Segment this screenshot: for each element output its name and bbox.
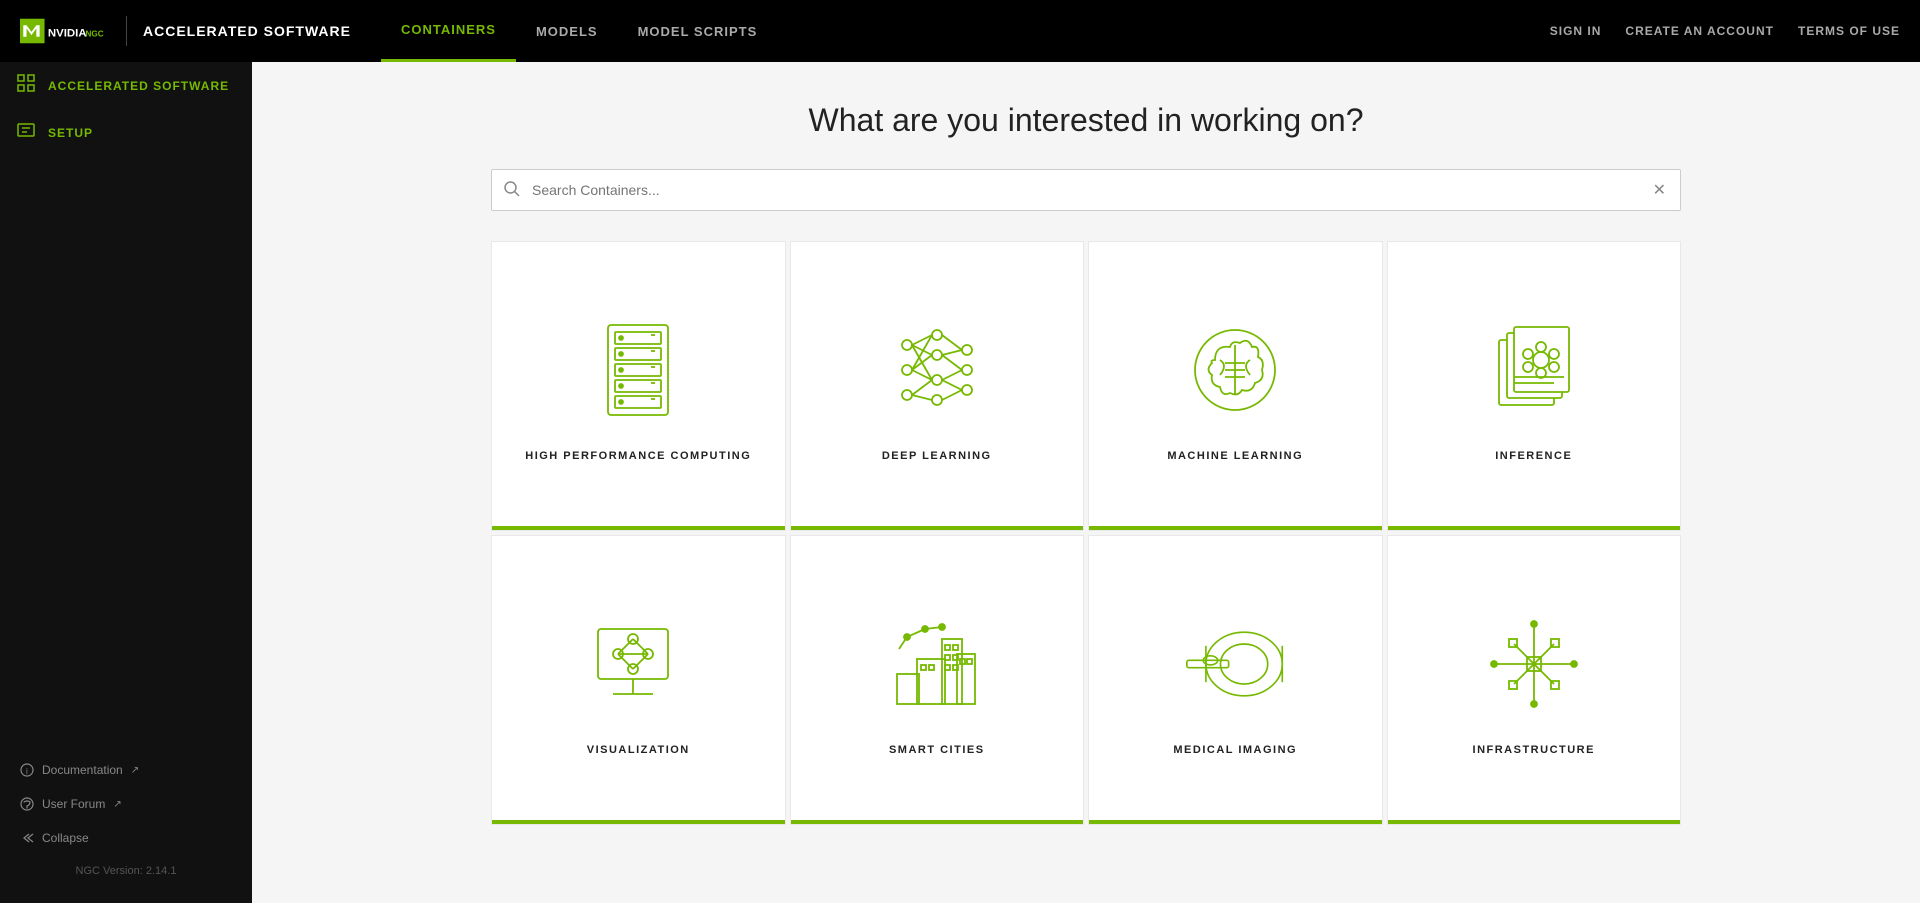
card-icon-deep-learning bbox=[887, 320, 987, 420]
sidebar: ACCELERATED SOFTWARE SETUP i Documentati… bbox=[0, 62, 252, 903]
main-content: What are you interested in working on? ✕ bbox=[252, 62, 1920, 903]
sidebar-collapse-link[interactable]: Collapse bbox=[0, 821, 252, 855]
collapse-label: Collapse bbox=[42, 831, 89, 845]
nvidia-logo: NVIDIA NGC bbox=[20, 16, 110, 46]
nav-right-links: SIGN IN CREATE AN ACCOUNT TERMS OF USE bbox=[1550, 24, 1900, 38]
top-navigation: NVIDIA NGC ACCELERATED SOFTWARE CONTAINE… bbox=[0, 0, 1920, 62]
nav-brand-label: ACCELERATED SOFTWARE bbox=[143, 23, 351, 39]
external-link-icon: ↗ bbox=[131, 765, 139, 776]
card-visualization[interactable]: VISUALIZATION bbox=[491, 535, 786, 825]
card-label-smart-cities: SMART CITIES bbox=[889, 744, 985, 756]
external-link-icon2: ↗ bbox=[113, 799, 121, 810]
nav-link-containers[interactable]: CONTAINERS bbox=[381, 0, 516, 62]
setup-icon bbox=[16, 121, 36, 144]
sidebar-item-accelerated-software[interactable]: ACCELERATED SOFTWARE bbox=[0, 62, 252, 109]
card-label-deep-learning: DEEP LEARNING bbox=[882, 450, 992, 462]
page-title: What are you interested in working on? bbox=[292, 102, 1880, 139]
card-icon-inference bbox=[1484, 320, 1584, 420]
nav-link-models[interactable]: MODELS bbox=[516, 0, 618, 62]
search-icon bbox=[492, 181, 532, 200]
card-icon-smart-cities bbox=[887, 614, 987, 714]
nav-divider bbox=[126, 16, 127, 46]
forum-icon bbox=[20, 797, 34, 811]
card-icon-medical-imaging bbox=[1185, 614, 1285, 714]
cards-grid: HIGH PERFORMANCE COMPUTING bbox=[491, 241, 1681, 825]
main-layout: ACCELERATED SOFTWARE SETUP i Documentati… bbox=[0, 62, 1920, 903]
svg-text:NGC: NGC bbox=[85, 30, 103, 39]
sidebar-label-setup: SETUP bbox=[48, 126, 93, 140]
sidebar-userforum-link[interactable]: User Forum ↗ bbox=[0, 787, 252, 821]
card-machine-learning[interactable]: MACHINE LEARNING bbox=[1088, 241, 1383, 531]
card-icon-infrastructure bbox=[1484, 614, 1584, 714]
create-account-link[interactable]: CREATE AN ACCOUNT bbox=[1625, 24, 1774, 38]
documentation-label: Documentation bbox=[42, 763, 123, 777]
card-icon-hpc bbox=[588, 320, 688, 420]
version-label: NGC Version: 2.14.1 bbox=[0, 855, 252, 887]
sign-in-link[interactable]: SIGN IN bbox=[1550, 24, 1602, 38]
logo-area: NVIDIA NGC bbox=[20, 16, 110, 46]
collapse-icon bbox=[20, 831, 34, 845]
terms-link[interactable]: TERMS OF USE bbox=[1798, 24, 1900, 38]
nav-link-model-scripts[interactable]: MODEL SCRIPTS bbox=[618, 0, 778, 62]
search-input[interactable] bbox=[532, 170, 1639, 210]
search-clear-button[interactable]: ✕ bbox=[1639, 180, 1680, 200]
svg-text:i: i bbox=[26, 767, 28, 776]
nav-links: CONTAINERS MODELS MODEL SCRIPTS bbox=[381, 0, 777, 62]
grid-icon bbox=[16, 74, 36, 97]
card-label-infrastructure: INFRASTRUCTURE bbox=[1473, 744, 1595, 756]
card-hpc[interactable]: HIGH PERFORMANCE COMPUTING bbox=[491, 241, 786, 531]
sidebar-label-accelerated: ACCELERATED SOFTWARE bbox=[48, 79, 229, 93]
card-label-medical-imaging: MEDICAL IMAGING bbox=[1173, 744, 1297, 756]
card-medical-imaging[interactable]: MEDICAL IMAGING bbox=[1088, 535, 1383, 825]
card-label-inference: INFERENCE bbox=[1495, 450, 1572, 462]
svg-text:NVIDIA: NVIDIA bbox=[48, 28, 87, 40]
card-infrastructure[interactable]: INFRASTRUCTURE bbox=[1387, 535, 1682, 825]
card-label-machine-learning: MACHINE LEARNING bbox=[1167, 450, 1303, 462]
userforum-label: User Forum bbox=[42, 797, 105, 811]
card-label-hpc: HIGH PERFORMANCE COMPUTING bbox=[525, 450, 751, 462]
search-bar: ✕ bbox=[491, 169, 1681, 211]
card-label-visualization: VISUALIZATION bbox=[587, 744, 690, 756]
card-inference[interactable]: INFERENCE bbox=[1387, 241, 1682, 531]
info-icon: i bbox=[20, 763, 34, 777]
sidebar-item-setup[interactable]: SETUP bbox=[0, 109, 252, 156]
card-deep-learning[interactable]: DEEP LEARNING bbox=[790, 241, 1085, 531]
sidebar-documentation-link[interactable]: i Documentation ↗ bbox=[0, 753, 252, 787]
sidebar-bottom: i Documentation ↗ User Forum ↗ Collapse bbox=[0, 737, 252, 903]
card-smart-cities[interactable]: SMART CITIES bbox=[790, 535, 1085, 825]
card-icon-visualization bbox=[588, 614, 688, 714]
card-icon-machine-learning bbox=[1185, 320, 1285, 420]
